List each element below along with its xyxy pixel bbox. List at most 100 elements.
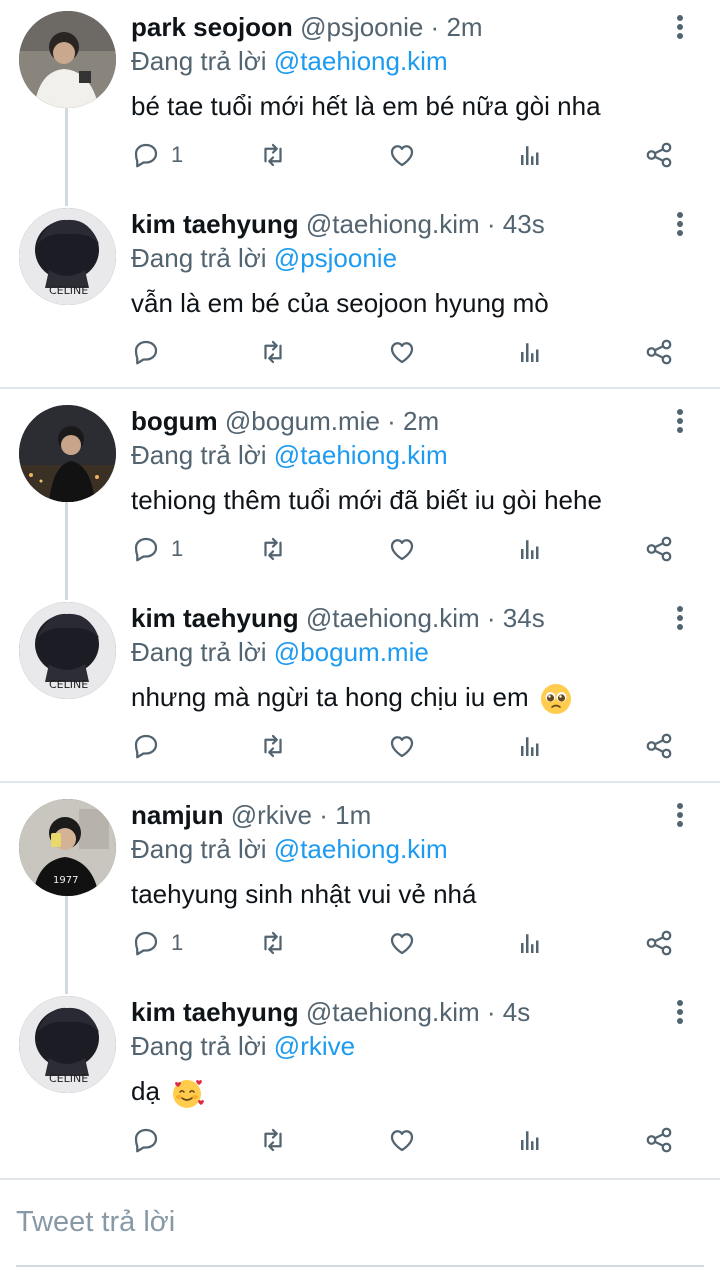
- mention-link[interactable]: @rkive: [274, 1031, 355, 1061]
- analytics-button[interactable]: [516, 1120, 546, 1160]
- analytics-button[interactable]: [516, 529, 546, 569]
- mention-link[interactable]: @taehiong.kim: [274, 834, 448, 864]
- share-icon: [646, 733, 672, 759]
- retweet-icon: [264, 931, 282, 955]
- reply-input-underline: [16, 1265, 704, 1267]
- tweet-header: namjun @rkive · 1m: [131, 798, 371, 832]
- handle[interactable]: @rkive: [231, 800, 312, 830]
- timestamp[interactable]: 2m: [446, 12, 482, 42]
- avatar[interactable]: [19, 11, 116, 108]
- like-button[interactable]: [387, 529, 417, 569]
- mention-link[interactable]: @taehiong.kim: [274, 440, 448, 470]
- tweet[interactable]: 1977 namjun @rkive · 1m Đang trả lời @ta…: [0, 788, 720, 985]
- reply-icon: [134, 1128, 158, 1153]
- retweet-button[interactable]: [258, 1120, 288, 1160]
- reply-count: 1: [171, 142, 184, 167]
- display-name[interactable]: park seojoon: [131, 12, 293, 42]
- display-name[interactable]: kim taehyung: [131, 997, 299, 1027]
- share-button[interactable]: [644, 135, 674, 175]
- more-options-icon[interactable]: [668, 997, 692, 1027]
- reply-button[interactable]: [131, 332, 171, 372]
- analytics-button[interactable]: [516, 135, 546, 175]
- analytics-button[interactable]: [516, 923, 546, 963]
- retweet-button[interactable]: [258, 332, 288, 372]
- mention-link[interactable]: @psjoonie: [274, 243, 397, 273]
- like-button[interactable]: [387, 1120, 417, 1160]
- avatar[interactable]: 1977: [19, 799, 116, 896]
- like-button[interactable]: [387, 923, 417, 963]
- reply-button[interactable]: [131, 726, 171, 766]
- like-icon: [390, 1130, 414, 1152]
- like-button[interactable]: [387, 332, 417, 372]
- mention-link[interactable]: @bogum.mie: [274, 637, 429, 667]
- retweet-button[interactable]: [258, 529, 288, 569]
- share-button[interactable]: [644, 1120, 674, 1160]
- display-name[interactable]: kim taehyung: [131, 603, 299, 633]
- retweet-button[interactable]: [258, 726, 288, 766]
- share-button[interactable]: [644, 923, 674, 963]
- separator: ·: [486, 209, 496, 239]
- reply-composer[interactable]: Tweet trả lời: [0, 1178, 720, 1271]
- display-name[interactable]: namjun: [131, 800, 223, 830]
- tweet[interactable]: CELINE kim taehyung @taehiong.kim · 43s …: [0, 197, 720, 394]
- timestamp[interactable]: 43s: [503, 209, 545, 239]
- more-options-icon[interactable]: [668, 800, 692, 830]
- share-icon: [646, 339, 672, 365]
- retweet-icon: [264, 340, 282, 364]
- timestamp[interactable]: 34s: [503, 603, 545, 633]
- retweet-icon: [264, 143, 282, 167]
- handle[interactable]: @taehiong.kim: [306, 603, 480, 633]
- reply-button[interactable]: 1: [131, 529, 183, 569]
- analytics-button[interactable]: [516, 726, 546, 766]
- tweet-actions: 1: [131, 923, 691, 963]
- more-options-icon[interactable]: [668, 406, 692, 436]
- avatar[interactable]: CELINE: [19, 602, 116, 699]
- share-icon: [646, 930, 672, 956]
- replying-to-label: Đang trả lời: [131, 243, 267, 273]
- share-button[interactable]: [644, 332, 674, 372]
- avatar[interactable]: [19, 405, 116, 502]
- more-options-icon[interactable]: [668, 209, 692, 239]
- replying-to-label: Đang trả lời: [131, 1031, 267, 1061]
- reply-button[interactable]: [131, 1120, 171, 1160]
- handle[interactable]: @taehiong.kim: [306, 997, 480, 1027]
- share-button[interactable]: [644, 529, 674, 569]
- pleading-face-emoji: [540, 684, 571, 715]
- separator: ·: [319, 800, 328, 830]
- tweet-actions: [131, 332, 691, 372]
- share-icon: [646, 1127, 672, 1153]
- timestamp[interactable]: 4s: [503, 997, 530, 1027]
- mention-link[interactable]: @taehiong.kim: [274, 46, 448, 76]
- timestamp[interactable]: 1m: [335, 800, 371, 830]
- timestamp[interactable]: 2m: [403, 406, 439, 436]
- retweet-button[interactable]: [258, 923, 288, 963]
- like-button[interactable]: [387, 135, 417, 175]
- more-options-icon[interactable]: [668, 603, 692, 633]
- handle[interactable]: @bogum.mie: [225, 406, 380, 436]
- like-icon: [390, 539, 414, 561]
- reply-button[interactable]: 1: [131, 923, 183, 963]
- like-button[interactable]: [387, 726, 417, 766]
- replying-to: Đang trả lời @taehiong.kim: [131, 44, 448, 78]
- tweet[interactable]: bogum @bogum.mie · 2m Đang trả lời @taeh…: [0, 394, 720, 591]
- analytics-icon: [521, 343, 539, 362]
- display-name[interactable]: bogum: [131, 406, 218, 436]
- like-icon: [390, 736, 414, 758]
- share-button[interactable]: [644, 726, 674, 766]
- avatar[interactable]: CELINE: [19, 996, 116, 1093]
- tweet-text: vẫn là em bé của seojoon hyung mò: [131, 288, 549, 318]
- tweet[interactable]: park seojoon @psjoonie · 2m Đang trả lời…: [0, 0, 720, 197]
- tweet[interactable]: CELINE kim taehyung @taehiong.kim · 34s …: [0, 591, 720, 788]
- handle[interactable]: @psjoonie: [300, 12, 423, 42]
- avatar[interactable]: CELINE: [19, 208, 116, 305]
- retweet-button[interactable]: [258, 135, 288, 175]
- more-options-icon[interactable]: [668, 12, 692, 42]
- tweet-header: kim taehyung @taehiong.kim · 4s: [131, 995, 530, 1029]
- display-name[interactable]: kim taehyung: [131, 209, 299, 239]
- share-icon: [646, 142, 672, 168]
- handle[interactable]: @taehiong.kim: [306, 209, 480, 239]
- tweet[interactable]: CELINE kim taehyung @taehiong.kim · 4s Đ…: [0, 985, 720, 1182]
- analytics-button[interactable]: [516, 332, 546, 372]
- reply-input[interactable]: Tweet trả lời: [16, 1206, 175, 1239]
- reply-button[interactable]: 1: [131, 135, 183, 175]
